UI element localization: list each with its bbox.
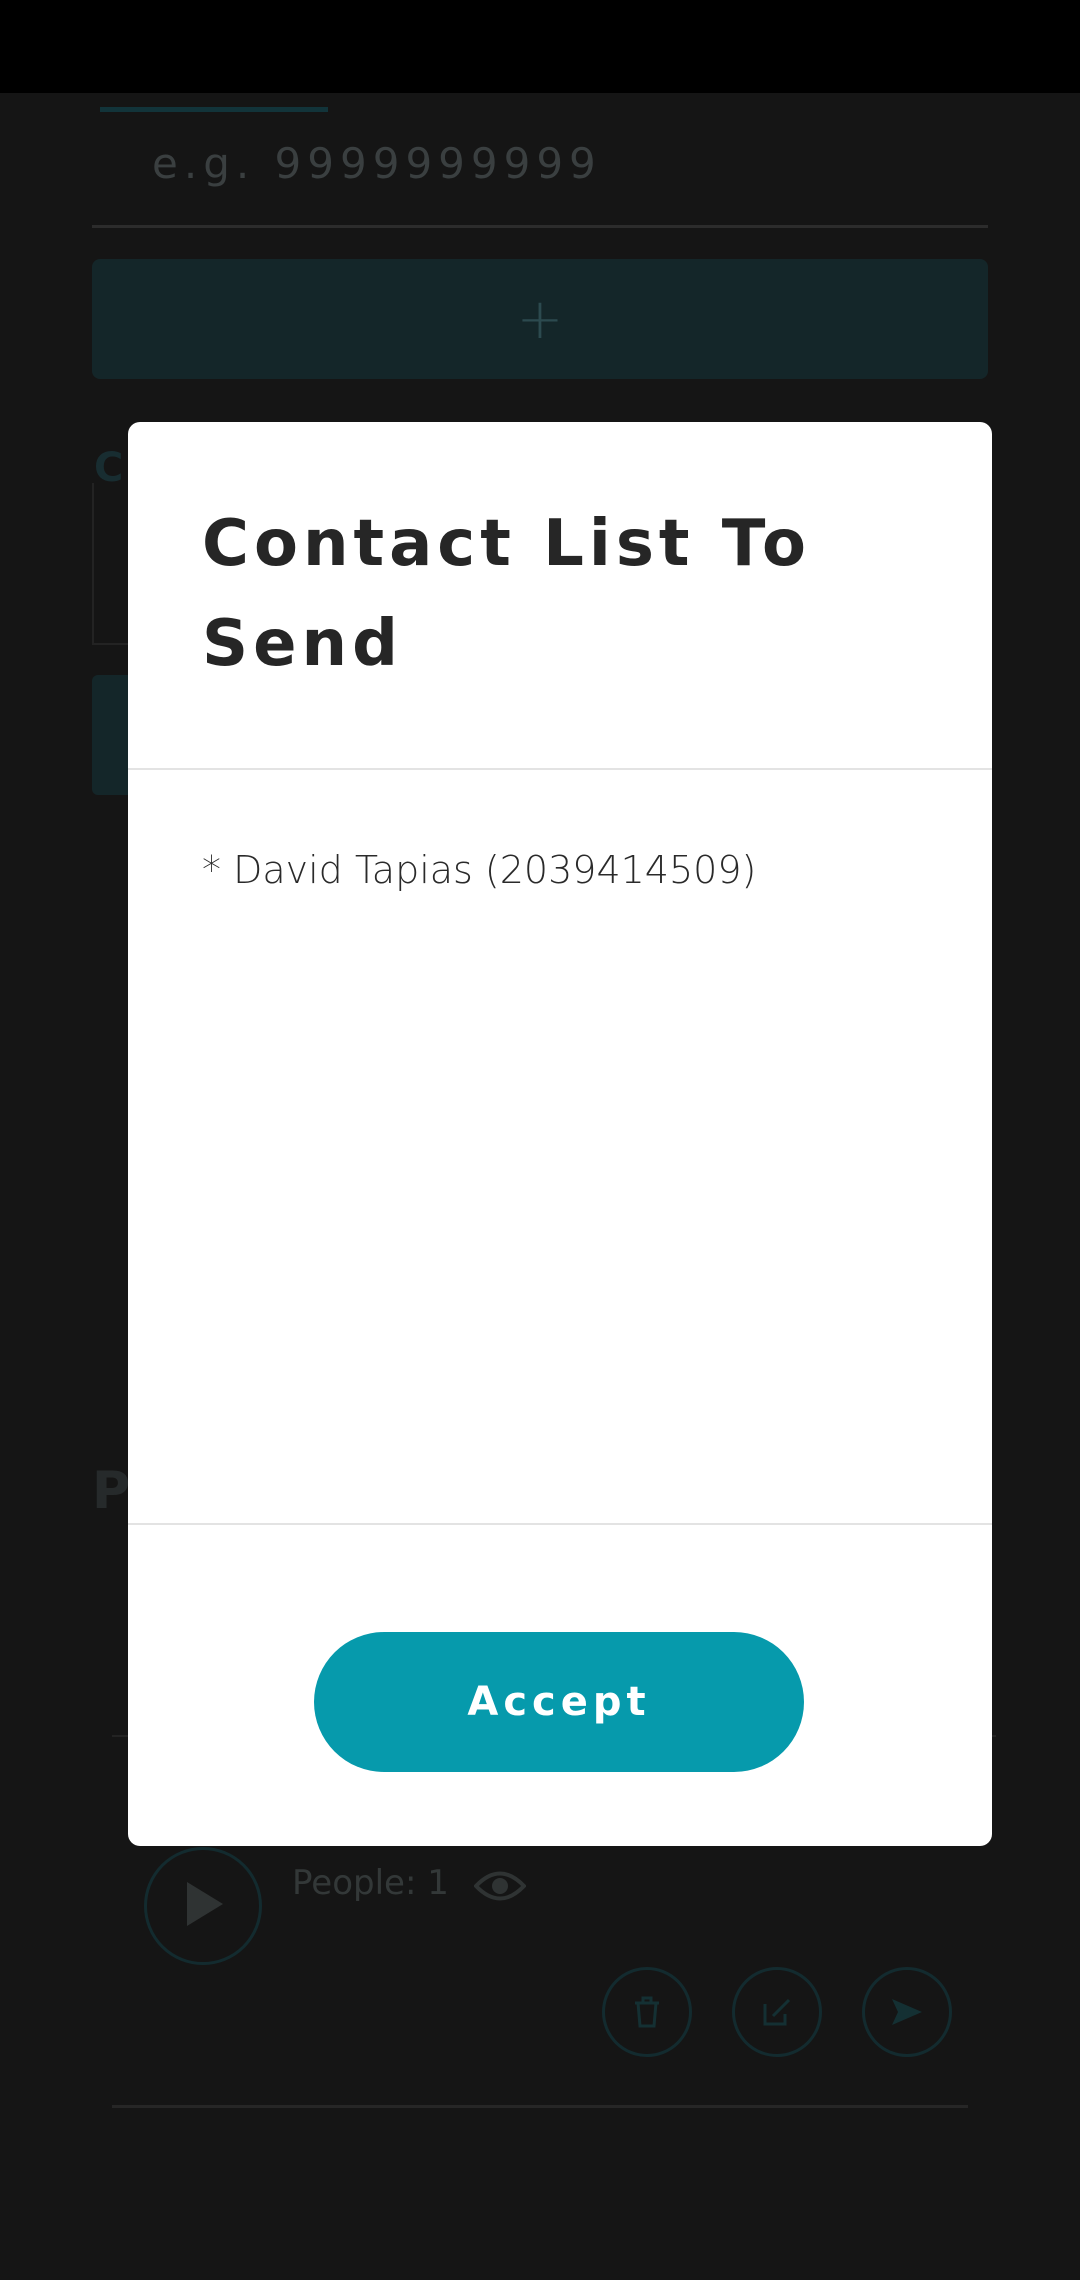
trash-icon — [602, 1967, 692, 2057]
phone-input-underline — [92, 225, 988, 228]
modal-title: Contact List To Send — [202, 507, 811, 681]
section-button-edge — [92, 675, 132, 795]
accept-button[interactable]: Accept — [314, 1632, 804, 1772]
modal-header-divider — [128, 768, 992, 770]
play-icon — [144, 1847, 262, 1965]
modal-footer-divider — [128, 1523, 992, 1525]
phone-input-placeholder: e.g. 9999999999 — [152, 139, 602, 188]
row-divider-bottom — [112, 2105, 968, 2108]
accept-button-label: Accept — [467, 1679, 651, 1725]
contact-list-modal: Contact List To Send * David Tapias (203… — [128, 422, 992, 1846]
status-bar — [0, 0, 1080, 93]
section-heading-partial-p: P — [92, 1461, 131, 1521]
contact-list-item: * David Tapias (2039414509) — [202, 848, 757, 892]
edit-icon — [732, 1967, 822, 2057]
add-contact-button: + — [92, 259, 988, 379]
tab-indicator — [100, 107, 328, 112]
eye-icon — [474, 1871, 526, 1901]
send-icon — [862, 1967, 952, 2057]
people-count: People: 1 — [292, 1863, 449, 1903]
plus-icon: + — [516, 286, 564, 352]
